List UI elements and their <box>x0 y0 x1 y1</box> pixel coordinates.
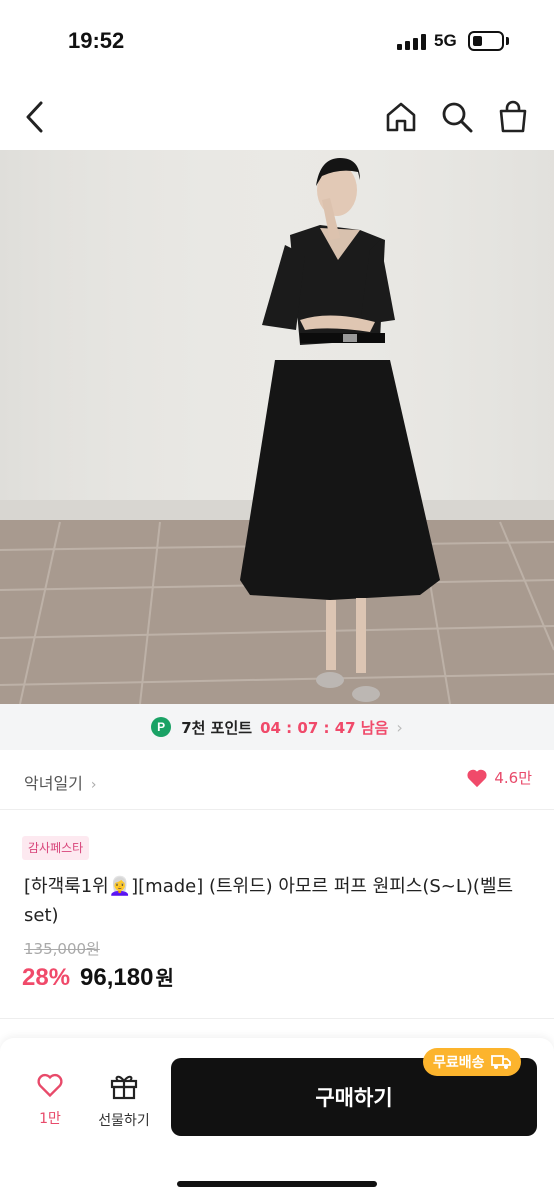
sale-price: 96,180 <box>80 964 154 991</box>
shopping-bag-icon <box>499 100 527 133</box>
price-row: 28% 96,180 원 <box>22 962 174 992</box>
original-price: 135,000원 <box>24 940 100 958</box>
store-name: 악녀일기 <box>24 774 83 793</box>
points-banner[interactable]: P 7천 포인트 04 : 07 : 47 남음 › <box>0 704 554 750</box>
network-type: 5G <box>434 31 457 50</box>
home-icon <box>386 102 416 132</box>
search-button[interactable] <box>434 94 480 140</box>
points-timer: 04 : 07 : 47 남음 <box>260 718 389 737</box>
free-shipping-label: 무료배송 <box>433 1055 485 1071</box>
home-button[interactable] <box>378 94 424 140</box>
like-count: 1만 <box>39 1111 61 1127</box>
currency-unit: 원 <box>155 966 174 990</box>
free-shipping-badge: 무료배송 <box>423 1048 521 1076</box>
discount-rate: 28% <box>22 964 71 991</box>
product-photo <box>0 150 554 704</box>
status-bar: 19:52 5G <box>0 0 554 84</box>
store-row: 악녀일기 › 4.6만 <box>0 750 554 810</box>
battery-icon <box>468 31 504 51</box>
signal-icon <box>397 34 427 50</box>
divider <box>0 1018 554 1019</box>
store-like-count: 4.6만 <box>494 769 532 787</box>
cart-button[interactable] <box>490 94 536 140</box>
promo-tag: 감사페스타 <box>22 836 90 860</box>
heart-icon <box>467 769 487 787</box>
search-icon <box>442 102 473 133</box>
like-button[interactable]: 1만 <box>18 1072 82 1128</box>
home-indicator <box>177 1181 377 1187</box>
back-icon <box>26 101 43 133</box>
points-badge: P <box>151 717 172 737</box>
status-time: 19:52 <box>68 28 125 53</box>
bottom-action-bar: 1만 선물하기 구매하기 무료배송 <box>0 1038 554 1200</box>
store-like-button[interactable]: 4.6만 <box>466 767 532 788</box>
chevron-right-icon: › <box>396 717 403 737</box>
product-title: [하객룩1위👩‍🦳][made] (트위드) 아모르 퍼프 원피스(S~L)(벨… <box>24 876 514 926</box>
gift-label: 선물하기 <box>98 1113 150 1129</box>
store-link[interactable]: 악녀일기 › <box>24 770 97 794</box>
back-button[interactable] <box>12 94 58 140</box>
heart-outline-icon <box>37 1073 63 1098</box>
product-image-carousel[interactable] <box>0 150 554 704</box>
truck-icon <box>490 1055 511 1069</box>
chevron-right-icon: › <box>90 777 97 793</box>
gift-button[interactable]: 선물하기 <box>92 1072 156 1130</box>
gift-icon <box>110 1075 138 1100</box>
top-nav <box>0 84 554 150</box>
points-label: 7천 포인트 <box>181 718 253 737</box>
